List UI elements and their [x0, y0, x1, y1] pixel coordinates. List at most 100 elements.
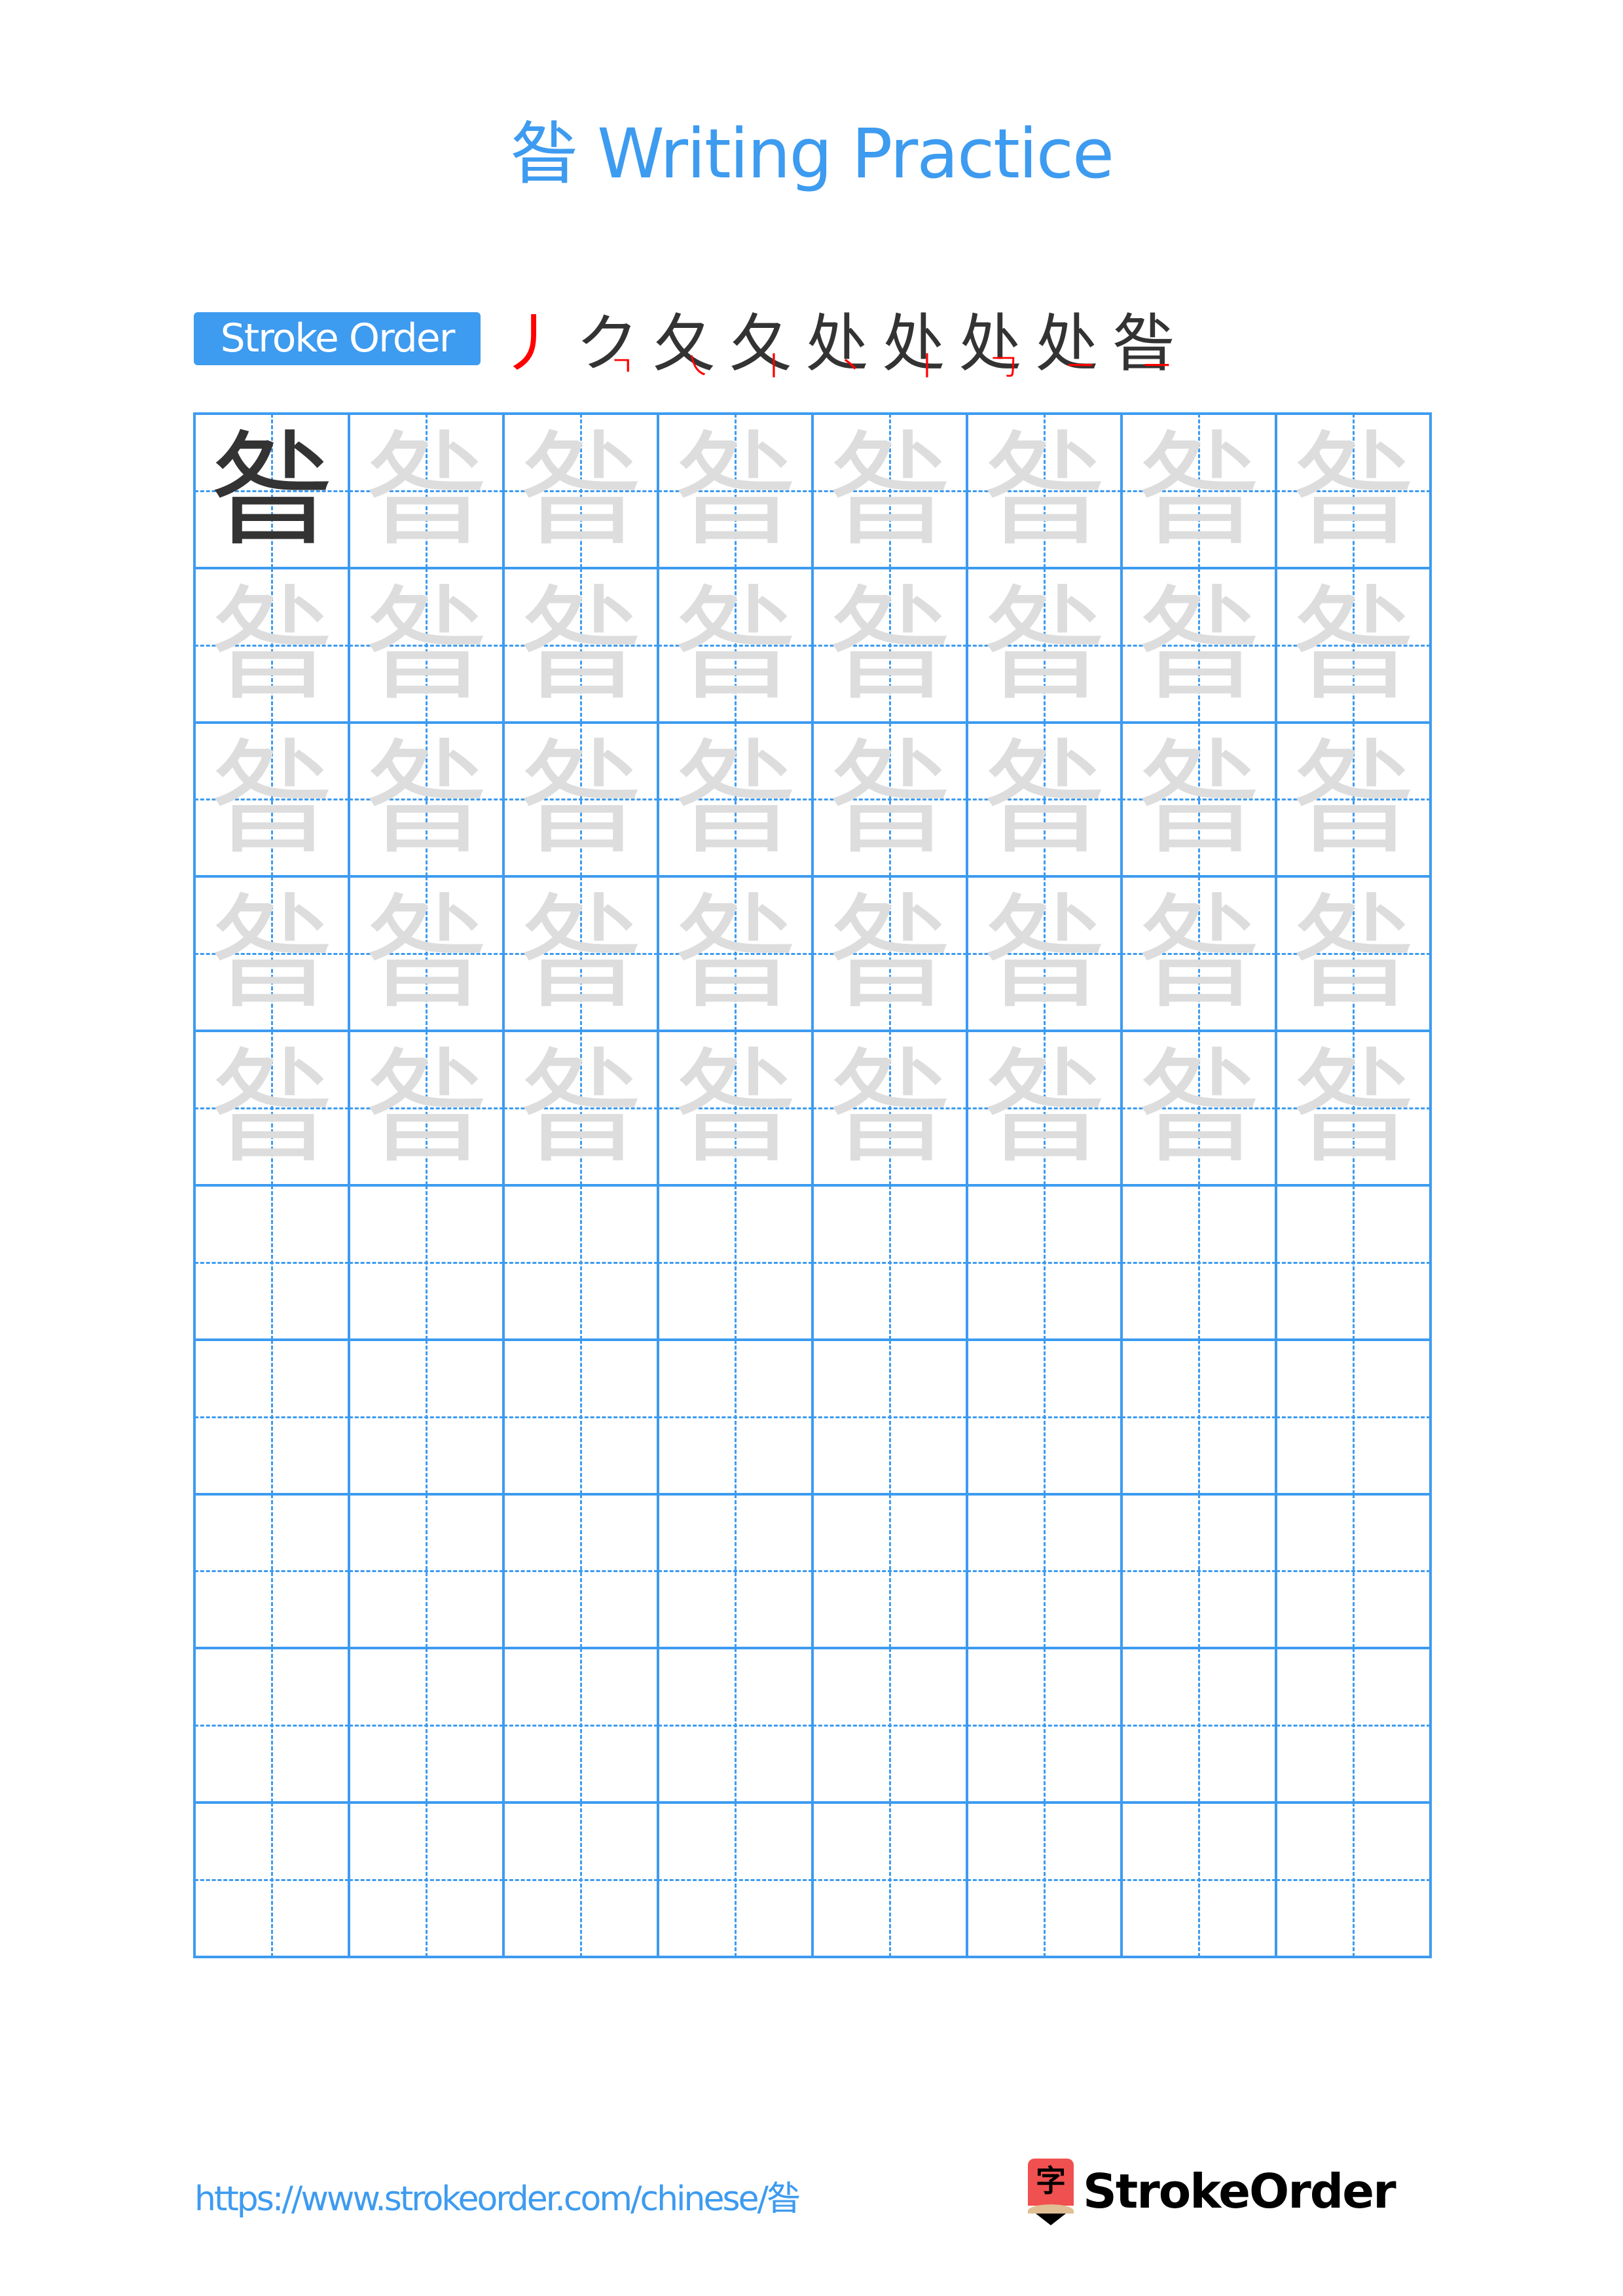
practice-cell[interactable] [194, 1803, 349, 1957]
practice-cell[interactable] [194, 1494, 349, 1649]
practice-cell[interactable] [1276, 1494, 1431, 1649]
practice-cell[interactable]: 昝 [194, 414, 349, 568]
practice-cell[interactable]: 昝 [1276, 1031, 1431, 1185]
practice-cell[interactable]: 昝 [812, 414, 967, 568]
practice-cell[interactable]: 昝 [1122, 876, 1276, 1031]
practice-cell[interactable]: 昝 [967, 414, 1122, 568]
guide-line-vertical [1044, 1494, 1046, 1649]
practice-cell[interactable] [194, 1185, 349, 1340]
practice-cell[interactable]: 昝 [503, 567, 658, 723]
practice-cell[interactable]: 昝 [503, 722, 658, 877]
guide-line-vertical [889, 1185, 891, 1340]
practice-cell[interactable] [658, 1185, 812, 1340]
practice-cell[interactable]: 昝 [967, 722, 1122, 877]
current-stroke-highlight: ㄱ [610, 351, 634, 382]
practice-cell[interactable]: 昝 [349, 1031, 503, 1185]
strokeorder-logo[interactable]: 字 StrokeOrder [1028, 2159, 1396, 2225]
practice-cell[interactable]: 昝 [1122, 567, 1276, 723]
practice-cell[interactable] [1276, 1803, 1431, 1957]
practice-cell[interactable]: 昝 [658, 876, 812, 1031]
practice-cell[interactable]: 昝 [812, 876, 967, 1031]
practice-cell[interactable]: 昝 [1122, 414, 1276, 568]
trace-character: 昝 [981, 1035, 1106, 1181]
practice-cell[interactable]: 昝 [503, 1031, 658, 1185]
practice-cell[interactable] [349, 1185, 503, 1340]
practice-cell[interactable]: 昝 [658, 722, 812, 877]
practice-cell[interactable]: 昝 [194, 722, 349, 877]
practice-cell[interactable] [967, 1648, 1122, 1803]
trace-character: 昝 [1136, 726, 1261, 872]
practice-cell[interactable] [1122, 1648, 1276, 1803]
practice-cell[interactable] [658, 1339, 812, 1494]
stroke-step-7: 处𠃌 [952, 301, 1029, 386]
practice-cell[interactable]: 昝 [503, 876, 658, 1031]
guide-line-vertical [426, 1339, 428, 1494]
guide-line-vertical [1198, 1339, 1200, 1494]
stroke-step-9: 昝一 [1105, 301, 1182, 386]
practice-cell[interactable]: 昝 [658, 1031, 812, 1185]
practice-cell[interactable] [1122, 1494, 1276, 1649]
practice-cell[interactable] [1122, 1339, 1276, 1494]
trace-character: 昝 [363, 726, 488, 872]
practice-cell[interactable] [658, 1494, 812, 1649]
guide-line-vertical [1044, 1185, 1046, 1340]
practice-cell[interactable]: 昝 [1122, 1031, 1276, 1185]
practice-cell[interactable]: 昝 [967, 1031, 1122, 1185]
practice-cell[interactable] [658, 1648, 812, 1803]
practice-cell[interactable] [1122, 1803, 1276, 1957]
practice-cell[interactable] [349, 1648, 503, 1803]
practice-cell[interactable]: 昝 [194, 876, 349, 1031]
practice-cell[interactable] [349, 1339, 503, 1494]
practice-cell[interactable] [503, 1494, 658, 1649]
practice-cell[interactable]: 昝 [812, 1031, 967, 1185]
practice-cell[interactable] [349, 1494, 503, 1649]
practice-cell[interactable] [812, 1185, 967, 1340]
practice-cell[interactable]: 昝 [967, 567, 1122, 723]
guide-line-vertical [580, 1185, 582, 1340]
practice-cell[interactable] [967, 1803, 1122, 1957]
practice-cell[interactable] [1276, 1648, 1431, 1803]
trace-character: 昝 [363, 418, 488, 563]
footer-url-link[interactable]: https://www.strokeorder.com/chinese/昝 [194, 2176, 801, 2222]
practice-cell[interactable]: 昝 [658, 567, 812, 723]
practice-cell[interactable]: 昝 [194, 1031, 349, 1185]
practice-cell[interactable] [1276, 1339, 1431, 1494]
practice-cell[interactable]: 昝 [812, 567, 967, 723]
practice-cell[interactable]: 昝 [1276, 722, 1431, 877]
practice-cell[interactable] [503, 1803, 658, 1957]
practice-cell[interactable] [194, 1339, 349, 1494]
practice-cell[interactable]: 昝 [349, 414, 503, 568]
practice-cell[interactable] [1276, 1185, 1431, 1340]
practice-cell[interactable]: 昝 [1276, 876, 1431, 1031]
grid-line-horizontal [193, 1492, 1432, 1496]
practice-cell[interactable] [1122, 1185, 1276, 1340]
practice-cell[interactable]: 昝 [503, 414, 658, 568]
practice-cell[interactable]: 昝 [349, 567, 503, 723]
trace-character: 昝 [518, 572, 643, 717]
practice-cell[interactable] [967, 1339, 1122, 1494]
practice-cell[interactable] [812, 1803, 967, 1957]
guide-line-vertical [271, 1185, 273, 1340]
practice-cell[interactable] [812, 1648, 967, 1803]
practice-cell[interactable] [967, 1185, 1122, 1340]
practice-cell[interactable] [812, 1494, 967, 1649]
grid-line-horizontal [193, 1801, 1432, 1804]
practice-cell[interactable]: 昝 [1276, 567, 1431, 723]
practice-cell[interactable] [503, 1648, 658, 1803]
practice-cell[interactable] [967, 1494, 1122, 1649]
practice-cell[interactable]: 昝 [1122, 722, 1276, 877]
practice-cell[interactable] [349, 1803, 503, 1957]
practice-cell[interactable] [503, 1185, 658, 1340]
practice-cell[interactable]: 昝 [812, 722, 967, 877]
practice-cell[interactable]: 昝 [349, 876, 503, 1031]
practice-cell[interactable]: 昝 [349, 722, 503, 877]
practice-cell[interactable] [812, 1339, 967, 1494]
practice-cell[interactable] [503, 1339, 658, 1494]
practice-cell[interactable]: 昝 [1276, 414, 1431, 568]
practice-cell[interactable]: 昝 [658, 414, 812, 568]
practice-cell[interactable] [194, 1648, 349, 1803]
trace-character: 昝 [1290, 881, 1415, 1026]
practice-cell[interactable]: 昝 [194, 567, 349, 723]
practice-cell[interactable]: 昝 [967, 876, 1122, 1031]
practice-cell[interactable] [658, 1803, 812, 1957]
